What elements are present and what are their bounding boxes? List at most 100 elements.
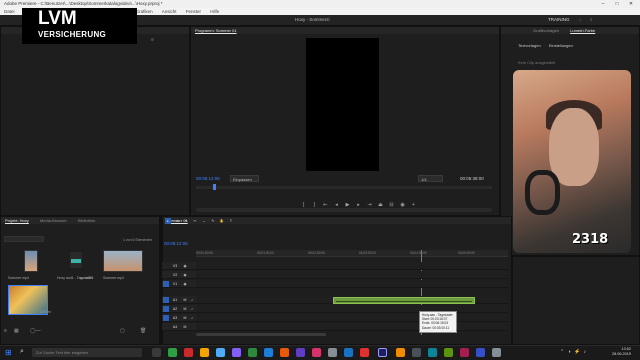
app-icon[interactable]: [328, 348, 337, 357]
mic-icon[interactable]: ♪: [189, 306, 195, 312]
delete-icon[interactable]: 🗑: [140, 328, 146, 334]
windows-start-icon[interactable]: ⊞: [5, 348, 12, 357]
track-target-a1[interactable]: [163, 297, 169, 303]
system-tray[interactable]: ⌃ ◑ ⚡ ♪: [560, 349, 587, 355]
new-item-icon[interactable]: ▢: [120, 328, 125, 334]
zoom-slider-icon[interactable]: ◯—: [30, 328, 41, 334]
hand-tool-icon[interactable]: ✋: [219, 218, 225, 224]
mute-icon[interactable]: M: [182, 315, 188, 321]
track-header-v2[interactable]: V2 ◉: [162, 271, 196, 279]
audio-waveform-icon[interactable]: [70, 252, 82, 268]
program-video-frame[interactable]: [306, 38, 379, 171]
track-target-a3[interactable]: [163, 315, 169, 321]
menu-file[interactable]: Datei: [4, 9, 15, 14]
track-header-v1[interactable]: V1 ◉: [162, 280, 196, 288]
home-icon[interactable]: ⌂: [579, 17, 582, 22]
app-icon[interactable]: [412, 348, 421, 357]
app-icon[interactable]: [476, 348, 485, 357]
mute-icon[interactable]: M: [182, 324, 188, 330]
track-header-v3[interactable]: V3 ◉: [162, 262, 196, 270]
tab-media-browser[interactable]: Media-Browser: [40, 218, 67, 223]
app-icon[interactable]: [232, 348, 241, 357]
program-zoom-scrollbar[interactable]: [196, 208, 492, 212]
app-icon[interactable]: [360, 348, 369, 357]
pen-tool-icon[interactable]: ✎: [210, 218, 216, 224]
app-icon[interactable]: [444, 348, 453, 357]
menu-graphics[interactable]: Grafiken: [136, 9, 153, 14]
track-header-a1[interactable]: A1 M ♪: [162, 296, 196, 304]
app-icon[interactable]: [492, 348, 501, 357]
tab-lumetri[interactable]: Lumetri-Farbe: [570, 28, 595, 33]
track-lane-v3[interactable]: [196, 262, 508, 270]
panel-menu-icon[interactable]: ≡: [151, 37, 165, 43]
search-icon[interactable]: ⌕: [590, 17, 593, 22]
app-icon[interactable]: [216, 348, 225, 357]
task-view-icon[interactable]: [152, 348, 161, 357]
project-item-thumbnail[interactable]: [103, 250, 143, 272]
app-icon[interactable]: [184, 348, 193, 357]
track-target-v1[interactable]: [163, 281, 169, 287]
tab-program[interactable]: Programm: Sommer 01: [195, 28, 237, 33]
ripple-edit-icon[interactable]: ⇹: [183, 218, 189, 224]
list-view-icon[interactable]: ≡: [4, 328, 7, 334]
minimize-button[interactable]: –: [597, 0, 609, 8]
eye-icon[interactable]: ◉: [182, 263, 188, 269]
track-lane-a3[interactable]: [196, 314, 508, 322]
tab-library[interactable]: Bibliothek: [78, 218, 95, 223]
eye-icon[interactable]: ◉: [182, 281, 188, 287]
menu-window[interactable]: Fenster: [186, 9, 201, 14]
eye-icon[interactable]: ◉: [182, 272, 188, 278]
menu-view[interactable]: Ansicht: [162, 9, 177, 14]
selection-tool-icon[interactable]: ▸: [165, 218, 171, 224]
track-lane-v2[interactable]: [196, 271, 508, 279]
discord-icon[interactable]: [296, 348, 305, 357]
taskbar-clock[interactable]: 13:52 28.06.2019: [612, 347, 631, 357]
taskbar-search-icon[interactable]: ⌕: [20, 348, 24, 356]
program-timecode[interactable]: 00:06:12:06: [196, 176, 220, 181]
project-search-input[interactable]: [4, 236, 44, 242]
program-playhead[interactable]: [213, 184, 216, 190]
track-lane-a2[interactable]: [196, 305, 508, 313]
tab-settings[interactable]: Einstellungen: [549, 43, 573, 48]
tab-text-templates[interactable]: Textvorlagen: [518, 43, 541, 48]
track-lane-v1[interactable]: [196, 280, 508, 288]
resolution-select[interactable]: 1/4: [418, 175, 443, 182]
type-tool-icon[interactable]: T: [228, 218, 234, 224]
app-icon[interactable]: [264, 348, 273, 357]
maximize-button[interactable]: □: [611, 0, 623, 8]
app-icon[interactable]: [396, 348, 405, 357]
mute-icon[interactable]: M: [182, 306, 188, 312]
app-icon[interactable]: [168, 348, 177, 357]
app-icon[interactable]: [428, 348, 437, 357]
premiere-pro-icon[interactable]: [378, 348, 387, 357]
timeline-timecode[interactable]: 00:06:12:06: [164, 241, 188, 246]
spotify-icon[interactable]: [248, 348, 257, 357]
workspace-training[interactable]: TRAINING: [548, 17, 570, 22]
razor-tool-icon[interactable]: ✂: [192, 218, 198, 224]
mic-icon[interactable]: ♪: [189, 315, 195, 321]
track-target-a2[interactable]: [163, 306, 169, 312]
menu-help[interactable]: Hilfe: [210, 9, 219, 14]
tab-project[interactable]: Projekt: Hoxy: [5, 218, 29, 223]
taskbar-search-input[interactable]: Zur Suche Text hier eingeben: [32, 348, 142, 357]
mic-icon[interactable]: ♪: [189, 297, 195, 303]
icon-view-icon[interactable]: ▦: [14, 328, 19, 334]
folder-icon[interactable]: [200, 348, 209, 357]
timeline-scrollbar[interactable]: [196, 333, 326, 336]
audio-clip[interactable]: [333, 297, 475, 304]
program-scrub-bar[interactable]: [196, 186, 492, 189]
track-select-icon[interactable]: ⇉: [174, 218, 180, 224]
close-button[interactable]: ✕: [625, 0, 637, 8]
track-header-a2[interactable]: A2 M ♪: [162, 305, 196, 313]
app-icon[interactable]: [312, 348, 321, 357]
app-icon[interactable]: [344, 348, 353, 357]
track-header-a4[interactable]: A4 M: [162, 323, 196, 331]
app-icon[interactable]: [280, 348, 289, 357]
slip-tool-icon[interactable]: ↔: [201, 218, 207, 224]
app-icon[interactable]: [460, 348, 469, 357]
zoom-fit-select[interactable]: Einpassen: [230, 175, 259, 182]
track-lane-a4[interactable]: [196, 323, 508, 331]
track-header-a3[interactable]: A3 M ♪: [162, 314, 196, 322]
tab-essential-graphics[interactable]: Grafikvorlagen: [533, 28, 559, 33]
mute-icon[interactable]: M: [182, 297, 188, 303]
